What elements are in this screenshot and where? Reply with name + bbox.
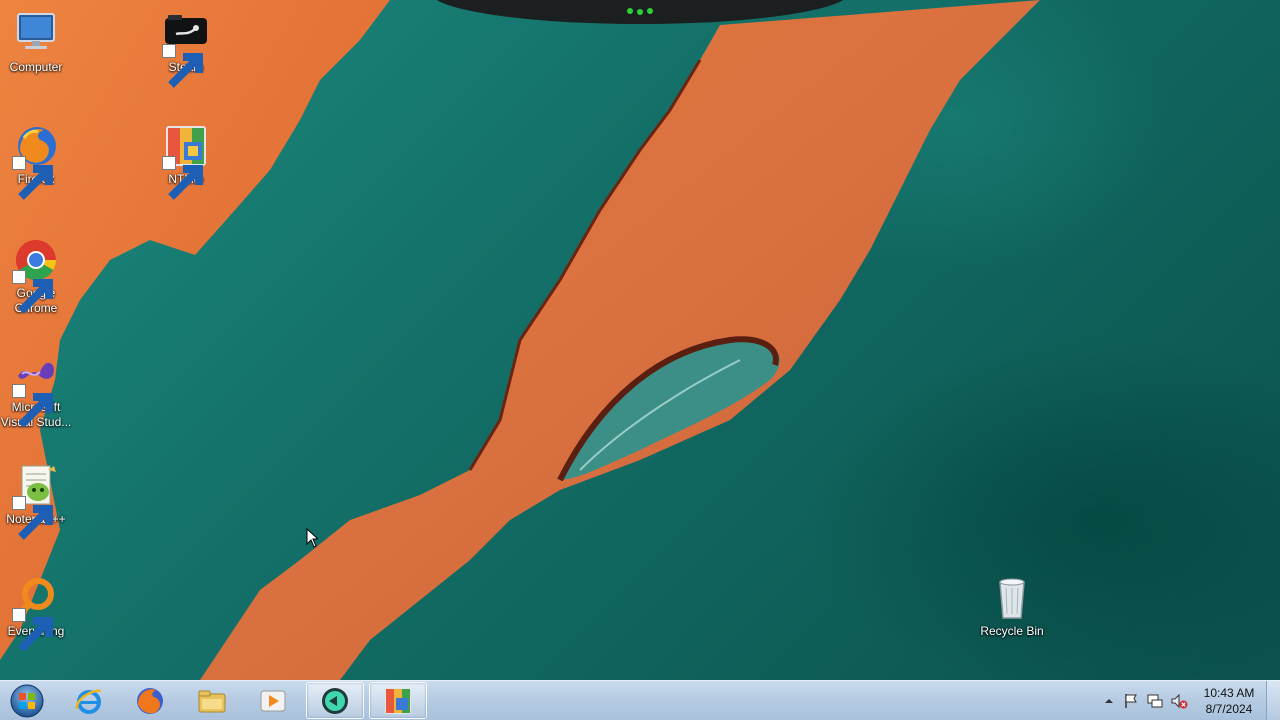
action-center-button[interactable] xyxy=(1122,692,1140,710)
clock-date: 8/7/2024 xyxy=(1205,702,1253,716)
windows-start-icon xyxy=(10,684,44,718)
desktop-icon-firefox[interactable]: Firefox xyxy=(0,122,74,200)
show-desktop-button[interactable] xyxy=(1266,681,1280,720)
taskbar-firefox[interactable] xyxy=(121,682,179,719)
volume-button[interactable] xyxy=(1170,692,1188,710)
action-center-flag-icon xyxy=(1125,694,1137,708)
shortcut-arrow-icon xyxy=(12,384,53,428)
desktop-icon-steam[interactable]: Steam xyxy=(148,10,224,88)
ntlite-icon xyxy=(162,122,210,200)
file-explorer-icon xyxy=(198,690,226,712)
everything-icon xyxy=(12,574,60,652)
taskbar: 10:43 AM 8/7/2024 xyxy=(0,680,1280,720)
system-clock[interactable]: 10:43 AM 8/7/2024 xyxy=(1196,685,1262,717)
desktop-icon-computer[interactable]: Computer xyxy=(0,10,74,75)
start-button[interactable] xyxy=(4,682,50,720)
network-icon xyxy=(1147,694,1163,708)
network-button[interactable] xyxy=(1146,692,1164,710)
desktop-icon-visual-studio[interactable]: Microsoft Visual Stud... xyxy=(0,350,74,430)
volume-muted-icon xyxy=(1171,693,1188,709)
shortcut-arrow-icon xyxy=(12,156,53,200)
desktop-icon-notepadpp[interactable]: Notepad++ xyxy=(0,462,74,540)
desktop[interactable]: Computer Firefox Google Chrome Microsoft… xyxy=(0,0,1280,680)
firefox-icon xyxy=(137,687,163,714)
taskbar-file-explorer[interactable] xyxy=(183,682,241,719)
desktop-icon-everything[interactable]: Everything xyxy=(0,574,74,652)
shortcut-arrow-icon xyxy=(162,156,203,200)
taskbar-app-active[interactable] xyxy=(306,682,364,719)
app-icon xyxy=(322,687,348,714)
shortcut-arrow-icon xyxy=(12,496,53,540)
computer-icon xyxy=(12,10,60,58)
shortcut-arrow-icon xyxy=(162,44,203,88)
desktop-icon-recycle-bin[interactable]: Recycle Bin xyxy=(974,574,1050,639)
notepadpp-icon xyxy=(12,462,60,540)
steam-icon xyxy=(162,10,210,88)
shortcut-arrow-icon xyxy=(12,270,53,314)
mouse-cursor-icon xyxy=(306,528,318,548)
desktop-icon-ntlite[interactable]: NTLite xyxy=(148,122,224,200)
internet-explorer-icon xyxy=(75,689,102,714)
visual-studio-icon xyxy=(12,350,60,428)
show-hidden-icons-icon xyxy=(1105,699,1113,703)
desktop-icon-label: Computer xyxy=(9,60,63,74)
shortcut-arrow-icon xyxy=(12,608,53,652)
desktop-icon-label: Recycle Bin xyxy=(980,624,1044,638)
recycle-bin-icon xyxy=(988,574,1036,622)
clock-time: 10:43 AM xyxy=(1203,686,1255,700)
show-hidden-icons-button[interactable] xyxy=(1100,692,1118,710)
wallpaper xyxy=(0,0,1040,680)
chrome-icon xyxy=(12,236,60,314)
firefox-icon xyxy=(12,122,60,200)
desktop-icon-chrome[interactable]: Google Chrome xyxy=(0,236,74,316)
ntlite-icon xyxy=(385,687,411,714)
taskbar-internet-explorer[interactable] xyxy=(60,682,118,719)
media-player-icon xyxy=(260,690,286,711)
taskbar-ntlite[interactable] xyxy=(369,682,427,719)
gadget-indicator-icon xyxy=(627,8,653,15)
taskbar-media-player[interactable] xyxy=(244,682,302,719)
